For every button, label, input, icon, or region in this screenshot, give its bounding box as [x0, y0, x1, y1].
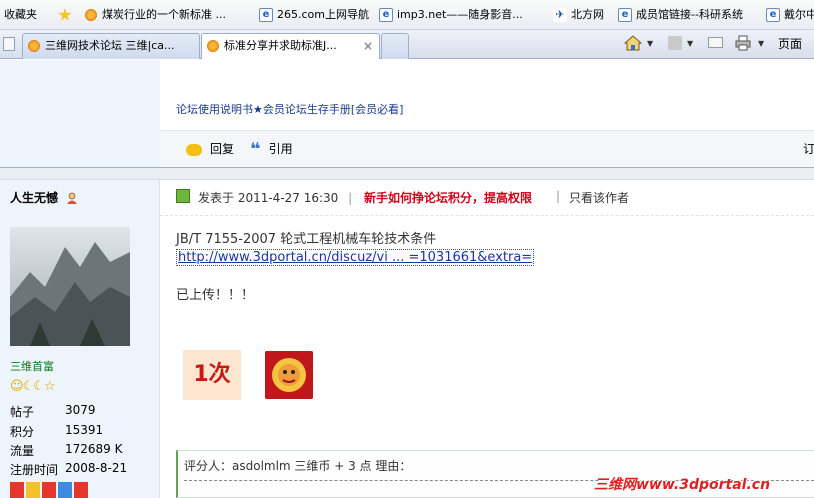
- tab-list-icon[interactable]: [3, 37, 15, 51]
- new-tab-button[interactable]: [381, 33, 409, 59]
- ie-page-icon: [766, 8, 780, 22]
- post-separator: [0, 167, 814, 180]
- newbie-guide-link[interactable]: 新手如何挣论坛积分，提高权限: [364, 189, 532, 206]
- stat-registered: 注册时间 2008-8-21: [10, 461, 128, 477]
- medal-icon: [58, 482, 72, 498]
- tab-standard-share[interactable]: 标准分享并求助标准J... ×: [201, 33, 380, 59]
- user-status-icon: [66, 192, 78, 205]
- flower-icon: [84, 8, 98, 22]
- stat-points: 积分 15391: [10, 423, 104, 439]
- medals: [10, 482, 92, 498]
- favorite-link-coal-standard[interactable]: 煤炭行业的一个新标准 ...: [84, 0, 249, 30]
- post-title: JB/T 7155-2007 轮式工程机械车轮技术条件: [176, 232, 437, 247]
- only-author-link[interactable]: 只看该作者: [569, 189, 629, 206]
- favorites-label[interactable]: 收藏夹: [4, 0, 37, 30]
- left-column-top: [0, 60, 160, 168]
- ie-page-icon: [259, 8, 273, 22]
- medal-icon: [26, 482, 40, 498]
- divider: |: [556, 189, 561, 203]
- add-favorite-icon[interactable]: [58, 0, 76, 30]
- stat-posts: 帖子 3079: [10, 403, 96, 419]
- reply-icon: [186, 143, 202, 156]
- post-timestamp: 发表于 2011-4-27 16:30 |: [198, 191, 353, 205]
- favorite-link-imp3[interactable]: imp3.net——随身影音...: [379, 0, 544, 30]
- mail-icon[interactable]: [708, 37, 723, 48]
- post-body-text: 已上传！！！: [176, 288, 255, 303]
- tab-bar: 三维网技术论坛 三维|ca... 标准分享并求助标准J... × ▼ ▼ ▼ 页…: [0, 30, 814, 59]
- favorite-link-members[interactable]: 成员馆链接--科研系统: [618, 0, 760, 30]
- site-watermark: 三维网www.3dportal.cn: [594, 477, 771, 493]
- star-icon: ☆: [43, 379, 56, 394]
- flower-icon: [27, 39, 41, 53]
- quote-button[interactable]: ❝ 引用: [250, 138, 293, 160]
- quote-icon: ❝: [250, 138, 261, 160]
- ie-page-icon: [379, 8, 393, 22]
- sun-icon: ☺: [10, 379, 24, 394]
- rank-stars: ☺☾☾☆: [10, 379, 56, 394]
- favorite-link-beifang[interactable]: 北方网: [553, 0, 613, 30]
- reply-button[interactable]: 回复: [186, 140, 234, 157]
- author-name[interactable]: 人生无憾: [10, 189, 78, 206]
- beifang-icon: [553, 8, 567, 22]
- tab-forum[interactable]: 三维网技术论坛 三维|ca...: [22, 33, 200, 59]
- avatar[interactable]: [10, 227, 130, 346]
- count-badge: 1次: [183, 350, 241, 400]
- subscribe-link[interactable]: 订: [803, 140, 814, 157]
- feeds-icon[interactable]: [668, 36, 682, 50]
- moon-icon: ☾: [33, 379, 45, 394]
- post-icon: [176, 189, 190, 203]
- moon-icon: ☾: [22, 379, 35, 394]
- favorite-link-dell[interactable]: 戴尔中: [766, 0, 814, 30]
- post-actions-bar: 回复 ❝ 引用 订: [160, 130, 814, 167]
- medal-icon: [74, 482, 88, 498]
- dragon-sticker-icon: [265, 351, 313, 399]
- favorite-link-265[interactable]: 265.com上网导航: [259, 0, 371, 30]
- rating-text: 评分人：asdolmlm 三维币 + 3 点 理由：: [184, 459, 412, 473]
- forum-manual-link[interactable]: 论坛使用说明书★会员论坛生存手册[会员必看]: [176, 101, 403, 117]
- stat-traffic: 流量 172689 K: [10, 442, 123, 458]
- post-link[interactable]: http://www.3dportal.cn/discuz/vi ... =10…: [176, 249, 535, 266]
- chevron-down-icon[interactable]: ▼: [687, 39, 693, 48]
- user-rank: 三维首富: [10, 360, 54, 373]
- chevron-down-icon[interactable]: ▼: [758, 39, 764, 48]
- chevron-down-icon[interactable]: ▼: [647, 39, 653, 48]
- ie-page-icon: [618, 8, 632, 22]
- medal-icon: [42, 482, 56, 498]
- page-menu[interactable]: 页面: [778, 35, 802, 52]
- favorites-bar: 收藏夹 煤炭行业的一个新标准 ... 265.com上网导航 imp3.net—…: [0, 0, 814, 30]
- flower-icon: [206, 39, 220, 53]
- print-icon[interactable]: [735, 35, 751, 51]
- medal-icon: [10, 482, 24, 498]
- close-icon[interactable]: ×: [363, 34, 373, 58]
- home-icon[interactable]: [623, 35, 643, 51]
